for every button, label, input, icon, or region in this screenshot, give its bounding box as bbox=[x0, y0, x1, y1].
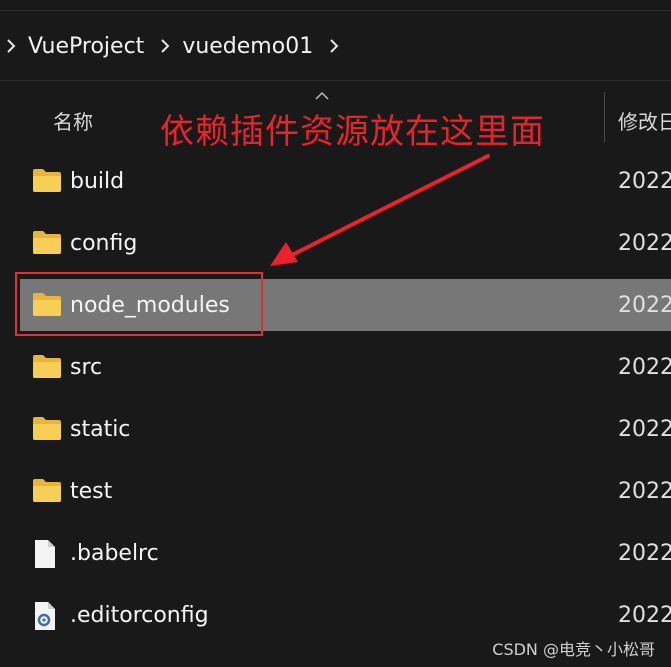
file-name: test bbox=[70, 478, 113, 504]
folder-icon bbox=[32, 229, 62, 257]
file-row[interactable]: .editorconfig 2022 bbox=[20, 589, 671, 641]
file-name: static bbox=[70, 416, 131, 442]
file-date-modified: 2022 bbox=[618, 292, 671, 318]
chevron-right-icon[interactable] bbox=[154, 26, 176, 66]
top-divider bbox=[0, 10, 671, 11]
sort-ascending-icon bbox=[314, 86, 330, 105]
config-file-icon bbox=[32, 601, 62, 630]
file-date-modified: 2022 bbox=[618, 478, 671, 504]
file-row[interactable]: config 2022 bbox=[20, 217, 671, 269]
breadcrumb: VueProject vuedemo01 bbox=[0, 18, 671, 74]
file-row[interactable]: src 2022 bbox=[20, 341, 671, 393]
file-name: config bbox=[70, 230, 138, 256]
folder-icon bbox=[32, 353, 62, 381]
folder-icon bbox=[32, 415, 62, 443]
breadcrumb-item-vueproject[interactable]: VueProject bbox=[22, 34, 154, 59]
file-row[interactable]: .babelrc 2022 bbox=[20, 527, 671, 579]
file-date-modified: 2022 bbox=[618, 168, 671, 194]
annotation-text: 依赖插件资源放在这里面 bbox=[160, 112, 545, 152]
column-resize-handle[interactable] bbox=[604, 92, 605, 142]
file-row[interactable]: static 2022 bbox=[20, 403, 671, 455]
file-row[interactable]: test 2022 bbox=[20, 465, 671, 517]
file-row[interactable]: build 2022 bbox=[20, 155, 671, 207]
file-date-modified: 2022 bbox=[618, 354, 671, 380]
folder-icon bbox=[32, 167, 62, 195]
file-icon bbox=[32, 539, 62, 568]
chevron-right-icon[interactable] bbox=[0, 26, 22, 66]
file-date-modified: 2022 bbox=[618, 602, 671, 628]
breadcrumb-item-vuedemo01[interactable]: vuedemo01 bbox=[176, 34, 323, 59]
folder-icon bbox=[32, 477, 62, 505]
file-name: build bbox=[70, 168, 125, 194]
file-name: src bbox=[70, 354, 103, 380]
highlight-box bbox=[15, 272, 263, 336]
file-date-modified: 2022 bbox=[618, 416, 671, 442]
file-name: .editorconfig bbox=[70, 602, 209, 628]
file-date-modified: 2022 bbox=[618, 540, 671, 566]
column-header-date-modified[interactable]: 修改日 bbox=[618, 106, 671, 135]
file-date-modified: 2022 bbox=[618, 230, 671, 256]
column-header-name[interactable]: 名称 bbox=[53, 106, 93, 135]
watermark: CSDN @电竞丶小松哥 bbox=[492, 640, 655, 659]
chevron-right-icon[interactable] bbox=[323, 26, 345, 66]
file-name: .babelrc bbox=[70, 540, 159, 566]
